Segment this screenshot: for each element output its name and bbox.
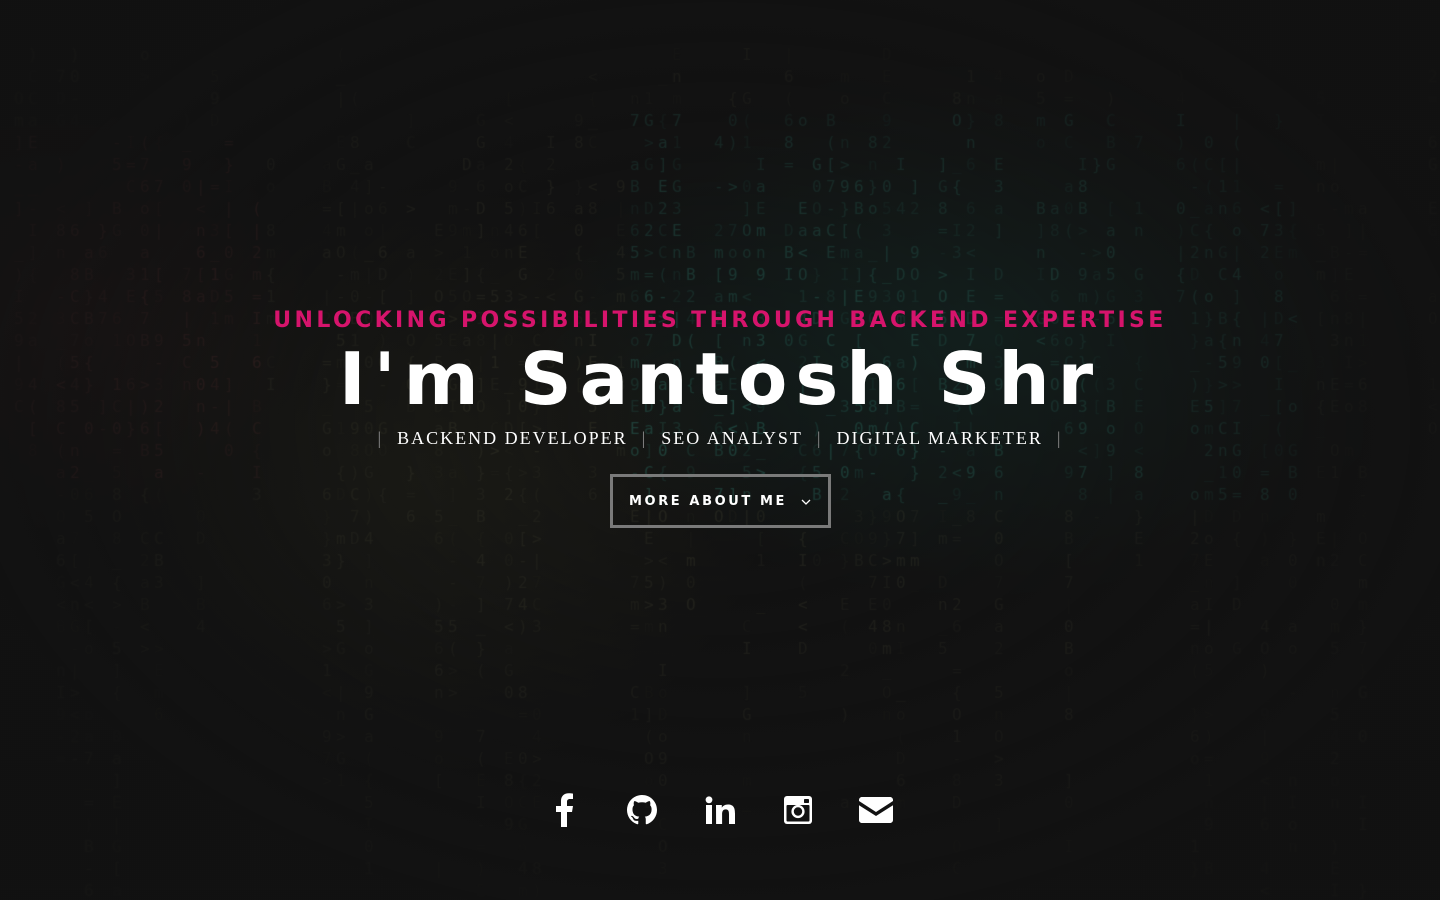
linkedin-icon [705,796,735,824]
github-icon [627,795,657,825]
hero-tagline: UNLOCKING POSSIBILITIES THROUGH BACKEND … [273,308,1167,333]
envelope-icon [859,797,893,823]
linkedin-link[interactable] [701,790,739,830]
role-separator: | [1056,428,1063,448]
role-backend-developer: BACKEND DEVELOPER [397,428,628,448]
more-about-me-label: MORE ABOUT ME [629,493,787,509]
facebook-icon [554,793,574,827]
roles-list: | BACKEND DEVELOPER | SEO ANALYST | DIGITAL M… [0,425,1440,451]
github-link[interactable] [623,790,661,830]
facebook-link[interactable] [545,790,583,830]
instagram-icon [784,796,812,824]
more-about-me-button[interactable]: MORE ABOUT ME [609,474,831,528]
email-link[interactable] [857,790,895,830]
role-separator: | [816,428,823,448]
hero-section: UNLOCKING POSSIBILITIES THROUGH BACKEND … [0,0,1440,900]
role-separator: | [377,428,384,448]
role-seo-analyst: SEO ANALYST [661,428,803,448]
social-links [0,790,1440,830]
hero-headline: I'm Santosh Shr [338,337,1102,421]
instagram-link[interactable] [779,790,817,830]
hero-content: UNLOCKING POSSIBILITIES THROUGH BACKEND … [0,305,1440,528]
role-digital-marketer: DIGITAL MARKETER [836,428,1043,448]
chevron-down-icon [801,496,811,506]
role-separator: | [641,428,648,448]
